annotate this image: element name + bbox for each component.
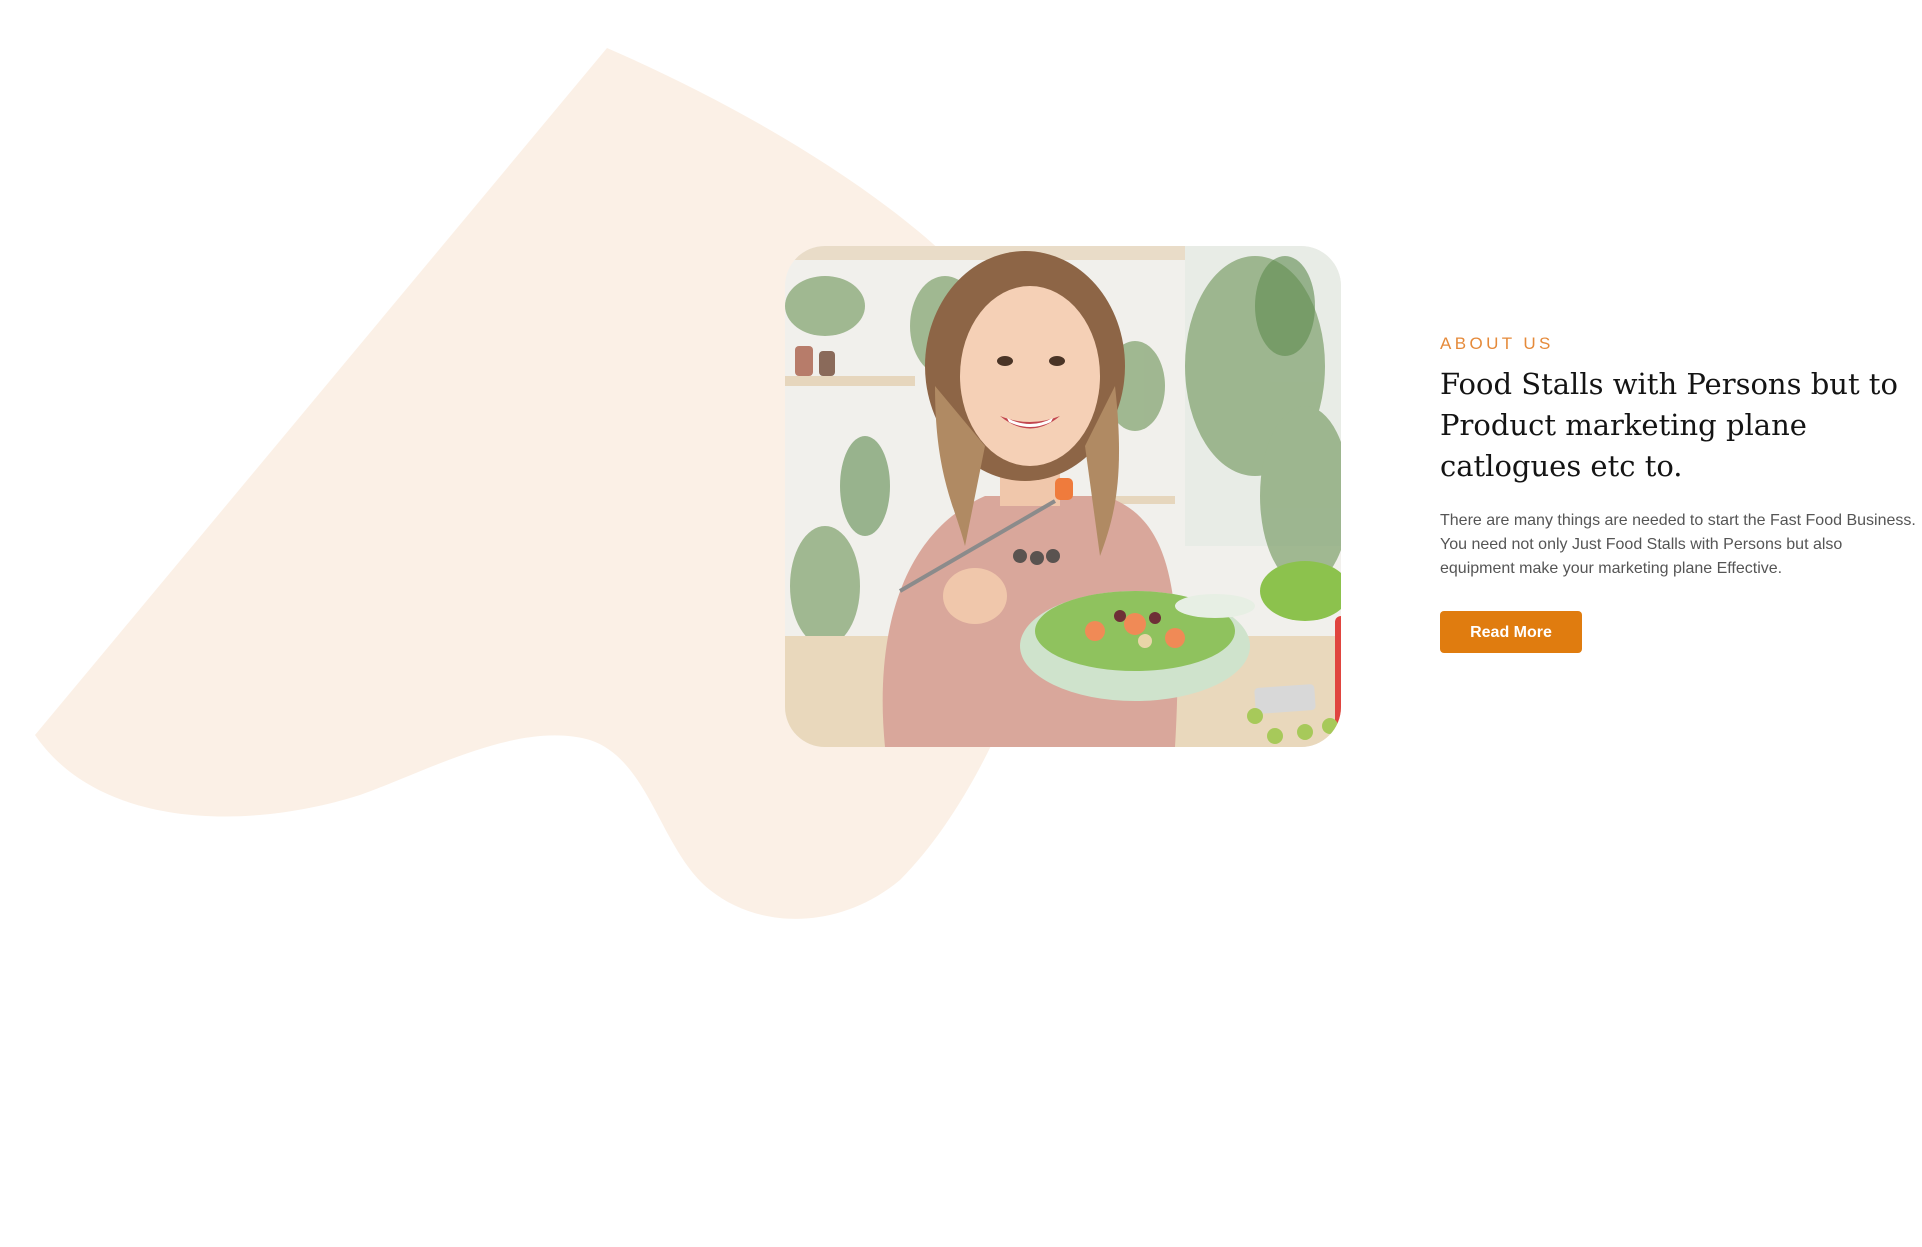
woman-eating-salad-photo	[785, 246, 1341, 747]
about-heading: Food Stalls with Persons but to Product …	[1440, 367, 1898, 483]
about-description: There are many things are needed to star…	[1440, 512, 1916, 577]
read-more-button[interactable]: Read More	[1440, 611, 1582, 653]
about-section: ABOUT US Food Stalls with Persons but to…	[1440, 334, 1916, 653]
about-photo	[785, 246, 1341, 747]
section-eyebrow: ABOUT US	[1440, 334, 1554, 353]
